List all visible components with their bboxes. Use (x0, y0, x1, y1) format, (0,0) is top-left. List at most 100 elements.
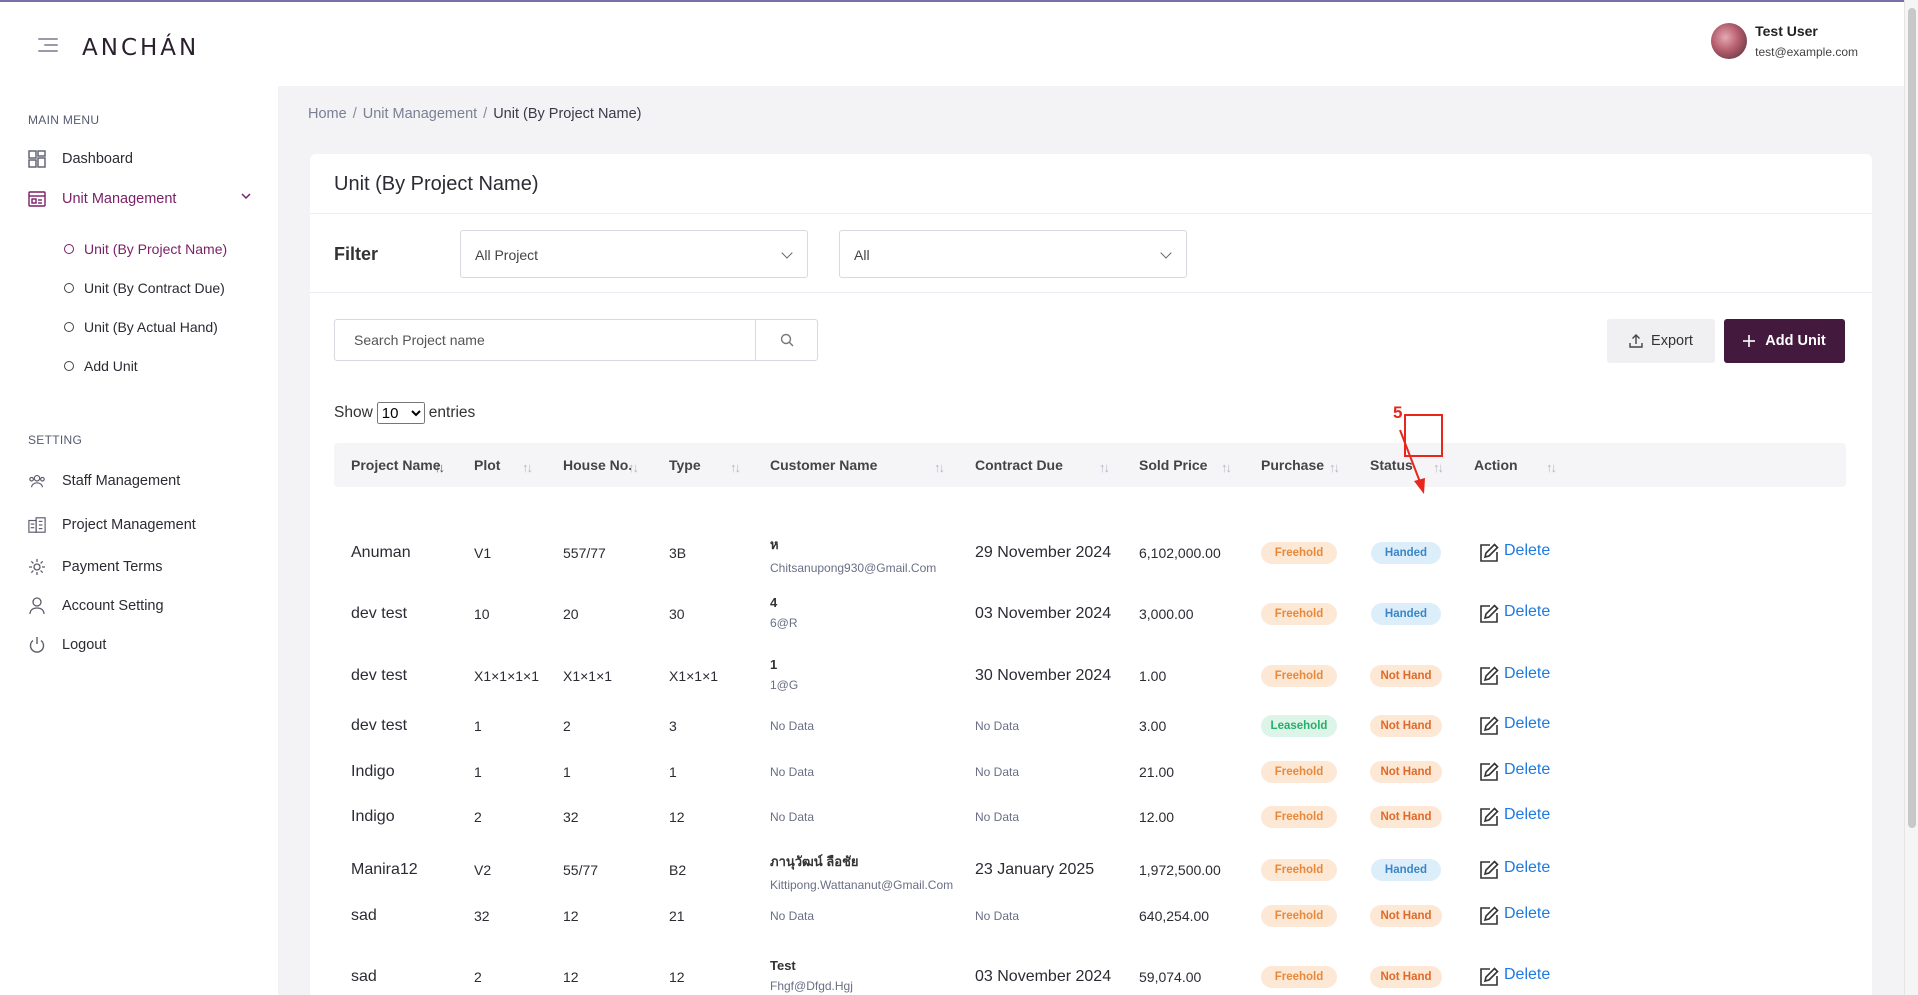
menu-toggle-icon[interactable] (38, 38, 58, 56)
customer-no-data: No Data (770, 909, 815, 923)
sort-icon[interactable]: ↑↓ (730, 460, 741, 475)
sort-icon[interactable]: ↑↓ (1221, 460, 1232, 475)
contract-due-no-data: No Data (975, 719, 1020, 733)
entries-select[interactable]: 10 (376, 402, 425, 424)
sidebar-item-project-management[interactable]: Project Management (28, 516, 256, 534)
unit-type: 3B (669, 545, 687, 561)
subnav-label: Unit (By Contract Due) (84, 280, 225, 296)
col-project-name[interactable]: Project Name (351, 457, 440, 473)
breadcrumb-home[interactable]: Home (308, 106, 347, 122)
customer-name: ห (770, 537, 779, 552)
plot: 10 (474, 606, 490, 622)
col-type[interactable]: Type (669, 457, 701, 473)
sort-icon[interactable]: ↑↓ (934, 460, 945, 475)
plot: V2 (474, 862, 492, 878)
sort-icon[interactable]: ↑↓ (522, 460, 533, 475)
add-unit-button[interactable]: Add Unit (1724, 319, 1845, 363)
sidebar-item-logout[interactable]: Logout (28, 636, 256, 654)
page-scrollbar[interactable] (1904, 0, 1918, 995)
delete-link[interactable]: Delete (1504, 905, 1550, 923)
house-no: 557/77 (563, 545, 606, 561)
delete-link[interactable]: Delete (1504, 761, 1550, 779)
delete-link[interactable]: Delete (1504, 603, 1550, 621)
edit-icon[interactable] (1478, 966, 1500, 988)
delete-link[interactable]: Delete (1504, 966, 1550, 984)
subnav-label: Unit (By Actual Hand) (84, 319, 218, 335)
unit-type: 12 (669, 969, 685, 985)
project-name: Anuman (351, 544, 411, 561)
annotation-step-number: 5 (1393, 403, 1403, 422)
col-sold-price[interactable]: Sold Price (1139, 457, 1207, 473)
project-name: dev test (351, 605, 408, 622)
sidebar-item-label: Logout (62, 637, 107, 653)
edit-icon[interactable] (1478, 761, 1500, 783)
export-button[interactable]: Export (1607, 319, 1715, 363)
col-plot[interactable]: Plot (474, 457, 500, 473)
scrollbar-thumb[interactable] (1908, 8, 1916, 828)
breadcrumb-unit-management[interactable]: Unit Management (363, 106, 477, 122)
sidebar-item-label: Payment Terms (62, 559, 163, 575)
delete-link[interactable]: Delete (1504, 806, 1550, 824)
col-status[interactable]: Status (1370, 457, 1413, 473)
contract-due: 29 November 2024 (975, 544, 1112, 561)
sort-icon[interactable]: ↑↓ (1329, 460, 1340, 475)
sold-price: 6,102,000.00 (1139, 545, 1221, 561)
sidebar-item-unit-management[interactable]: Unit Management (28, 190, 256, 208)
search-input[interactable] (335, 320, 755, 360)
edit-icon[interactable] (1478, 806, 1500, 828)
subnav-unit-by-actual-hand[interactable]: Unit (By Actual Hand) (64, 319, 218, 335)
delete-link[interactable]: Delete (1504, 542, 1550, 560)
sidebar: MAIN MENU Dashboard Unit Management Unit… (0, 86, 278, 995)
avatar[interactable] (1711, 23, 1748, 59)
house-no: 32 (563, 809, 579, 825)
main-card: Unit (By Project Name) Filter All Projec… (310, 154, 1872, 995)
divider (310, 292, 1872, 293)
edit-icon[interactable] (1478, 715, 1500, 737)
edit-icon[interactable] (1478, 665, 1500, 687)
search-button[interactable] (755, 320, 817, 360)
subnav-unit-by-contract-due[interactable]: Unit (By Contract Due) (64, 280, 225, 296)
delete-link[interactable]: Delete (1504, 715, 1550, 733)
edit-icon[interactable] (1478, 542, 1500, 564)
edit-icon[interactable] (1478, 905, 1500, 927)
status-filter-select[interactable]: All (839, 230, 1187, 278)
sort-icon[interactable]: ↑↓ (628, 460, 639, 475)
project-filter-select[interactable]: All Project (460, 230, 808, 278)
sidebar-item-staff-management[interactable]: Staff Management (28, 472, 256, 490)
unit-type: 1 (669, 764, 677, 780)
user-name: Test User (1755, 23, 1818, 39)
user-menu[interactable]: Test User test@example.com (1711, 23, 1858, 59)
col-contract-due[interactable]: Contract Due (975, 457, 1063, 473)
edit-icon[interactable] (1478, 859, 1500, 881)
sidebar-item-dashboard[interactable]: Dashboard (28, 150, 256, 168)
sort-icon[interactable]: ↑↓ (1433, 460, 1444, 475)
col-purchase[interactable]: Purchase (1261, 457, 1324, 473)
table-row: Anuman V1 557/77 3B ห Chitsanupong930@Gmail.C… (334, 525, 1846, 581)
purchase-badge: Freehold (1261, 966, 1337, 988)
circle-icon (64, 244, 74, 254)
subnav-unit-by-project[interactable]: Unit (By Project Name) (64, 241, 227, 257)
col-customer-name[interactable]: Customer Name (770, 457, 877, 473)
sort-asc-icon[interactable]: ↑↓ (434, 460, 445, 475)
customer-name: 1 (770, 657, 778, 672)
edit-icon[interactable] (1478, 603, 1500, 625)
subnav-add-unit[interactable]: Add Unit (64, 358, 138, 374)
unit-type: 30 (669, 606, 685, 622)
delete-link[interactable]: Delete (1504, 665, 1550, 683)
delete-link[interactable]: Delete (1504, 859, 1550, 877)
table-row: dev test 1 2 3 No Data No Data 3.00 Leasehold No… (334, 706, 1846, 746)
search-box (334, 319, 818, 361)
sidebar-item-account-setting[interactable]: Account Setting (28, 597, 256, 615)
customer-email: Kittipong.Wattananut@Gmail.Com (770, 878, 954, 892)
customer-cell: Test Fhgf@Dfgd.Hgj (770, 958, 853, 993)
sidebar-item-payment-terms[interactable]: Payment Terms (28, 558, 256, 576)
app-logo[interactable]: ANCHÁN (82, 35, 199, 61)
sort-icon[interactable]: ↑↓ (1099, 460, 1110, 475)
top-header: ANCHÁN Test User test@example.com (0, 2, 1904, 86)
sort-icon[interactable]: ↑↓ (1546, 460, 1557, 475)
col-house-no[interactable]: House No. (563, 457, 632, 473)
house-no: 20 (563, 606, 579, 622)
project-name: sad (351, 907, 377, 924)
purchase-badge: Freehold (1261, 905, 1337, 927)
main-menu-label: MAIN MENU (28, 113, 100, 127)
